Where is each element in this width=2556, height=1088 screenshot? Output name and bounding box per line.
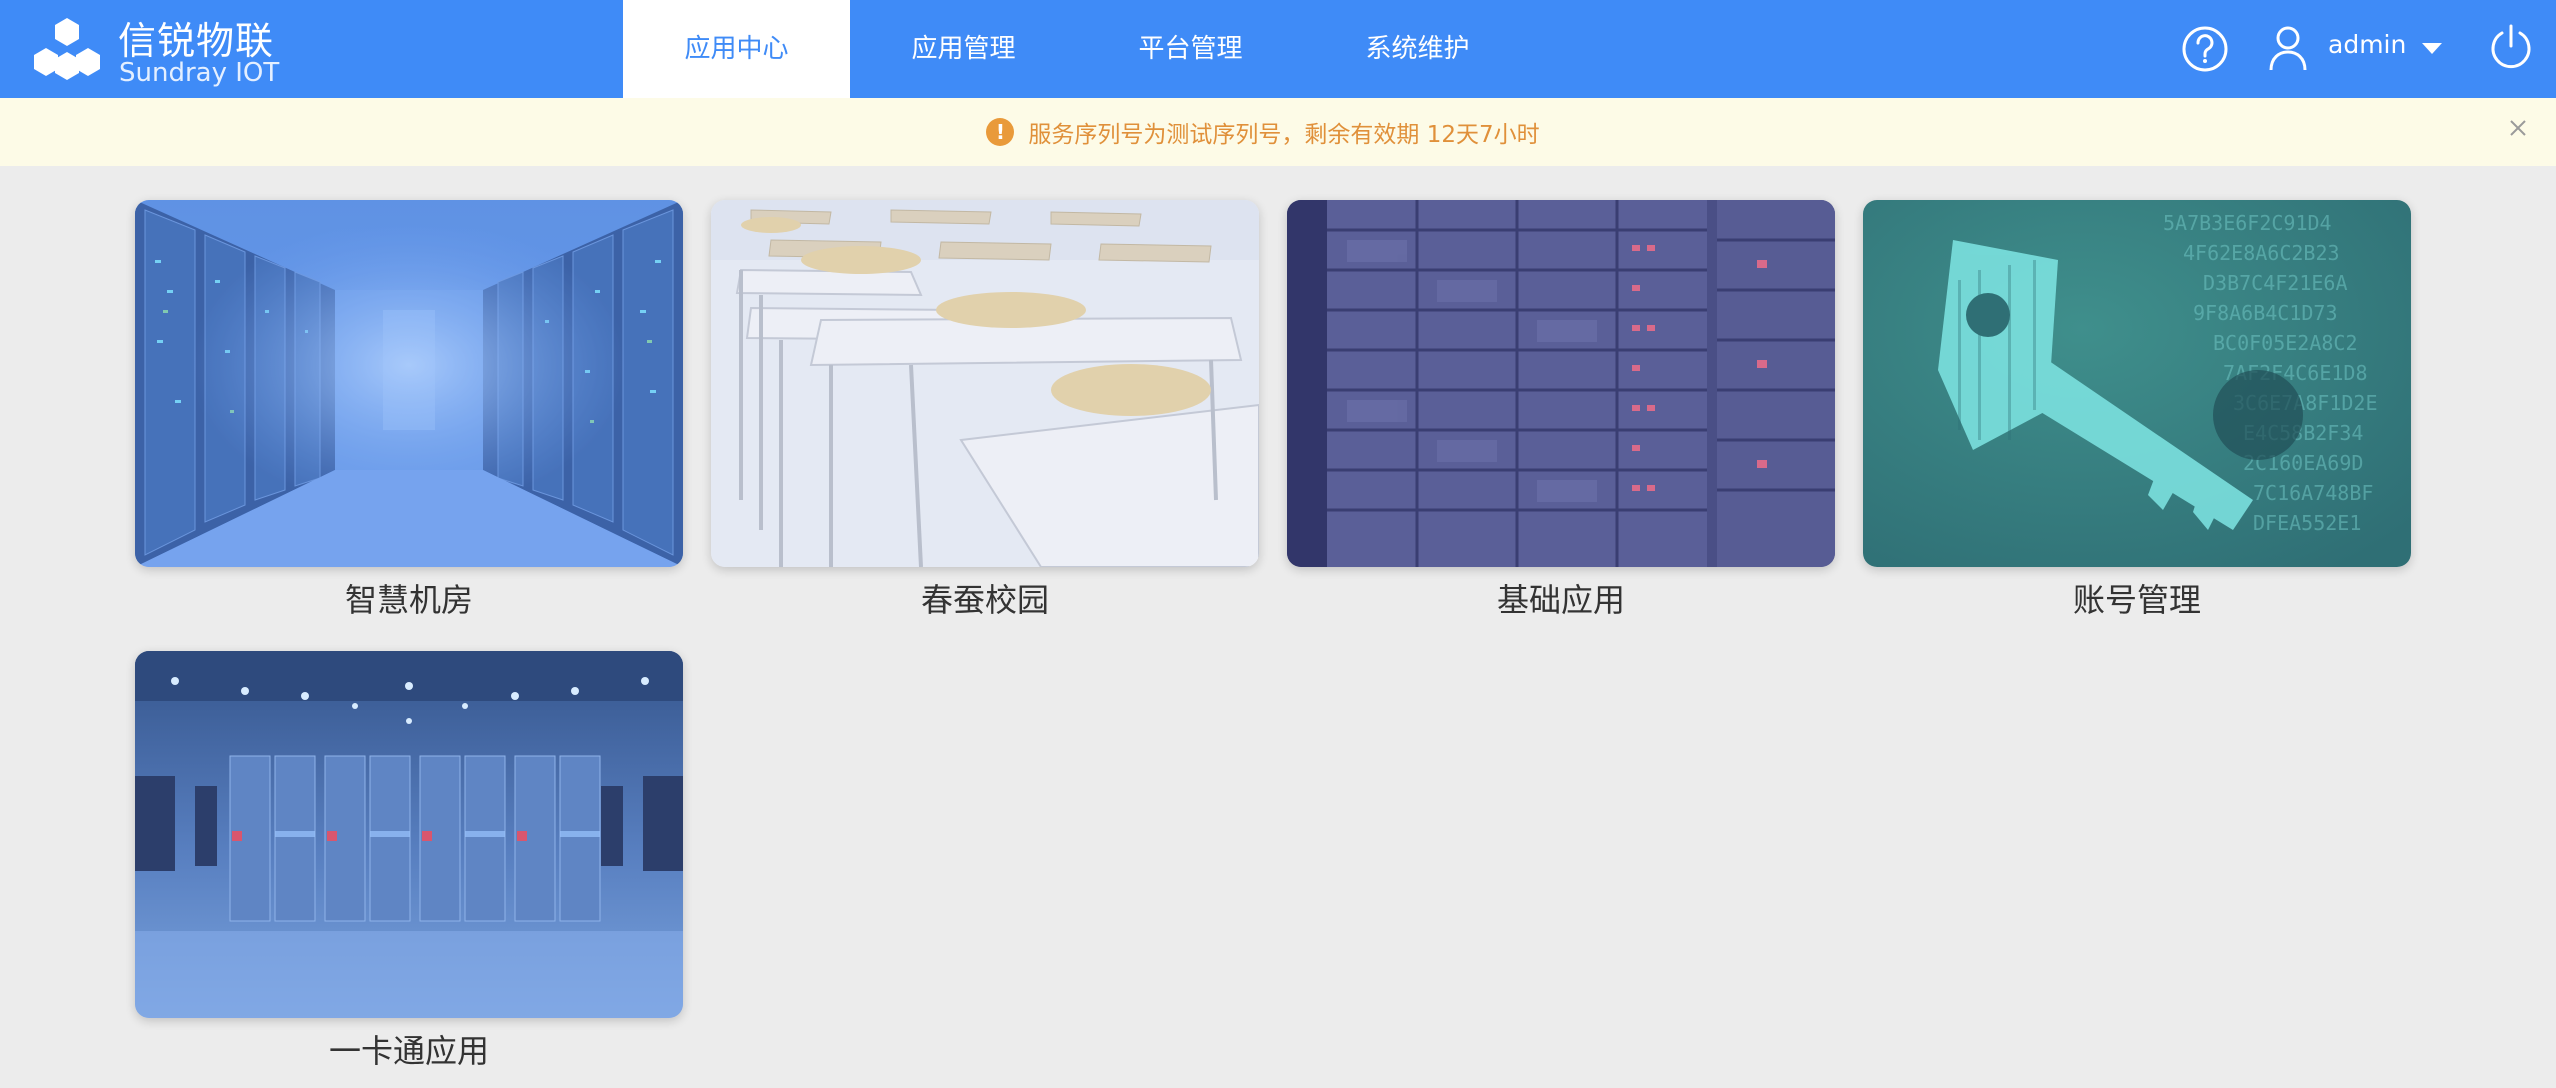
- svg-text:7C16A748BF: 7C16A748BF: [2253, 481, 2373, 505]
- tab-platform-management[interactable]: 平台管理: [1077, 0, 1304, 98]
- app-card-account-management[interactable]: 5A7B3E6F2C91D4 4F62E8A6C2B23 D3B7C4F21E6…: [1863, 200, 2411, 621]
- app-card-campus-card[interactable]: 一卡通应用: [135, 651, 683, 1072]
- svg-text:5A7B3E6F2C91D4: 5A7B3E6F2C91D4: [2163, 211, 2332, 235]
- logo-hexagons-icon: [34, 18, 100, 80]
- caret-down-icon[interactable]: [2420, 40, 2444, 56]
- main-nav: 应用中心 应用管理 平台管理 系统维护: [623, 0, 1531, 98]
- server-hall-image: [135, 651, 683, 1018]
- tab-app-center[interactable]: 应用中心: [623, 0, 850, 98]
- tab-system-maintenance[interactable]: 系统维护: [1304, 0, 1531, 98]
- digital-key-image: 5A7B3E6F2C91D4 4F62E8A6C2B23 D3B7C4F21E6…: [1863, 200, 2411, 567]
- power-icon[interactable]: [2486, 22, 2536, 72]
- warning-icon: !: [986, 118, 1015, 146]
- brand-title: 信锐物联: [118, 19, 275, 63]
- app-card-label: 智慧机房: [344, 581, 473, 619]
- top-navbar: 信锐物联 Sundray IOT 应用中心 应用管理 平台管理 系统维护 adm…: [0, 0, 2556, 98]
- svg-text:D3B7C4F21E6A: D3B7C4F21E6A: [2203, 271, 2348, 295]
- tab-app-management[interactable]: 应用管理: [850, 0, 1077, 98]
- brand-subtitle: Sundray IOT: [119, 58, 280, 88]
- server-room-image: [135, 200, 683, 567]
- app-card-label: 一卡通应用: [328, 1032, 489, 1070]
- notice-text: 服务序列号为测试序列号，剩余有效期 12天7小时: [1028, 122, 1540, 148]
- classroom-image: [711, 200, 1259, 567]
- app-card-label: 基础应用: [1496, 581, 1625, 619]
- help-icon[interactable]: [2180, 24, 2230, 74]
- app-card-label: 账号管理: [2072, 581, 2201, 619]
- user-icon: [2269, 26, 2307, 71]
- app-card-smart-server-room[interactable]: 智慧机房: [135, 200, 683, 621]
- app-card-basic-apps[interactable]: 基础应用: [1287, 200, 1835, 621]
- svg-text:DFEA552E1: DFEA552E1: [2253, 511, 2361, 535]
- svg-text:9F8A6B4C1D73: 9F8A6B4C1D73: [2193, 301, 2338, 325]
- svg-text:BC0F05E2A8C2: BC0F05E2A8C2: [2213, 331, 2358, 355]
- username[interactable]: admin: [2328, 30, 2406, 59]
- svg-text:4F62E8A6C2B23: 4F62E8A6C2B23: [2183, 241, 2340, 265]
- app-card-campus[interactable]: 春蚕校园: [711, 200, 1259, 621]
- brand-logo[interactable]: 信锐物联 Sundray IOT: [30, 8, 290, 92]
- server-rack-image: [1287, 200, 1835, 567]
- license-notice-bar: ! 服务序列号为测试序列号，剩余有效期 12天7小时: [0, 98, 2556, 166]
- close-icon[interactable]: [2508, 118, 2528, 138]
- app-card-label: 春蚕校园: [920, 581, 1049, 619]
